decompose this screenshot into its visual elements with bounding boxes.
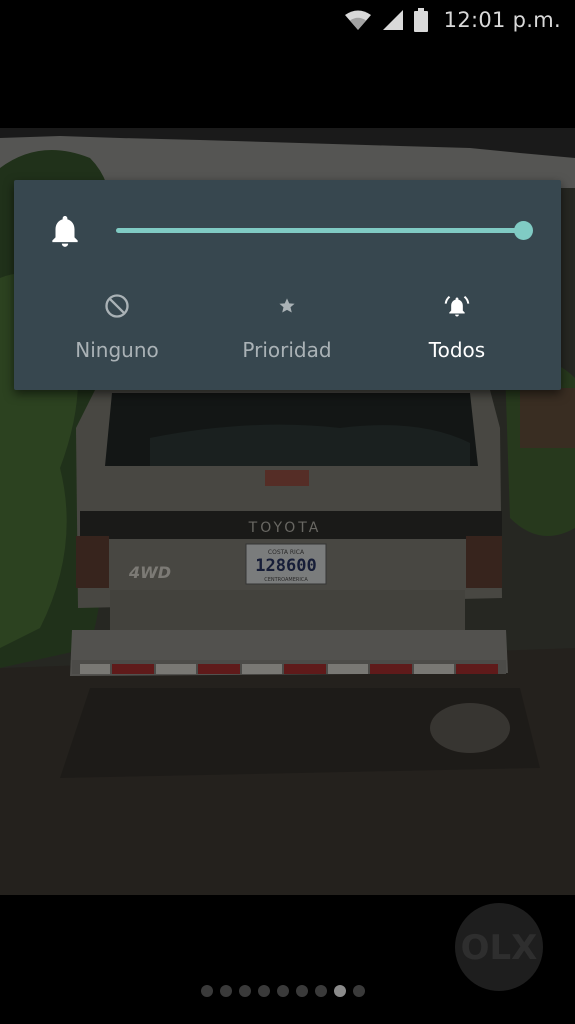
volume-slider-thumb[interactable] [513,221,533,240]
mode-none-button[interactable]: Ninguno [32,292,202,362]
pager-dot[interactable] [353,985,365,997]
volume-slider-fill [116,228,523,233]
olx-logo: OLX [455,903,543,991]
pager-dot[interactable] [334,985,346,997]
star-icon [279,298,295,313]
wifi-icon [344,10,371,30]
bell-ringing-icon [444,295,470,317]
pager-dot[interactable] [201,985,213,997]
pager-dot[interactable] [220,985,232,997]
image-pager [201,985,365,997]
pager-dot[interactable] [315,985,327,997]
status-bar: 12:01 p.m. [0,0,575,44]
volume-panel: Ninguno Prioridad Todos [14,180,561,390]
volume-slider[interactable] [116,221,533,240]
pager-dot[interactable] [239,985,251,997]
do-not-disturb-icon [105,294,129,318]
mode-all-button[interactable]: Todos [372,292,542,362]
status-clock: 12:01 p.m. [443,8,561,32]
bell-icon[interactable] [46,211,84,251]
pager-dot[interactable] [277,985,289,997]
mode-priority-label: Prioridad [242,338,332,362]
mode-all-label: Todos [428,338,486,362]
status-icons: 12:01 p.m. [344,6,561,34]
pager-dot[interactable] [296,985,308,997]
pager-dot[interactable] [258,985,270,997]
olx-logo-text: OLX [461,928,538,968]
interruption-modes: Ninguno Prioridad Todos [14,292,561,372]
mode-priority-button[interactable]: Prioridad [202,292,372,362]
signal-icon [382,10,403,30]
battery-icon [413,8,428,32]
mode-none-label: Ninguno [75,338,159,362]
